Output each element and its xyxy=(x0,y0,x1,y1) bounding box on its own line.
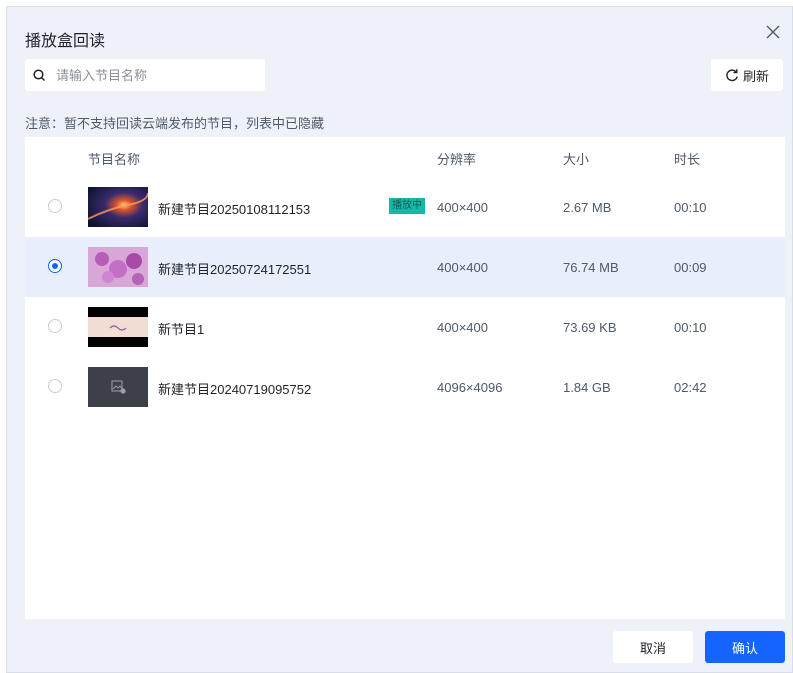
search-box[interactable] xyxy=(25,59,265,91)
table-header: 节目名称 分辨率 大小 时长 xyxy=(25,137,785,177)
column-header-name: 节目名称 xyxy=(88,152,141,167)
program-thumbnail xyxy=(88,187,148,227)
program-name: 新建节目20250724172551 xyxy=(158,262,312,277)
program-size: 73.69 KB xyxy=(563,320,617,335)
program-size: 1.84 GB xyxy=(563,380,611,395)
dialog-title: 播放盒回读 xyxy=(25,33,106,50)
playback-readback-dialog: 播放盒回读 刷新 注意：暂不支持回读云端发布的节目，列表中已隐藏 节目名称 分辨… xyxy=(6,6,793,673)
notice-text: 注意：暂不支持回读云端发布的节目，列表中已隐藏 xyxy=(25,116,325,131)
table-row[interactable]: 新建节目20250724172551 400×400 76.74 MB 00:0… xyxy=(25,237,785,297)
playing-badge: 播放中 xyxy=(389,198,425,214)
program-resolution: 400×400 xyxy=(437,200,488,215)
cancel-button[interactable]: 取消 xyxy=(613,631,693,663)
search-input[interactable] xyxy=(54,66,248,84)
program-name: 新节目1 xyxy=(158,322,205,337)
refresh-button[interactable]: 刷新 xyxy=(711,59,783,91)
table-row[interactable]: 新建节目20240719095752 4096×4096 1.84 GB 02:… xyxy=(25,357,785,417)
program-duration: 02:42 xyxy=(674,380,707,395)
program-thumbnail xyxy=(88,247,148,287)
column-header-size: 大小 xyxy=(563,152,590,167)
program-resolution: 400×400 xyxy=(437,260,488,275)
program-size: 2.67 MB xyxy=(563,200,612,215)
row-radio[interactable] xyxy=(48,319,62,333)
program-duration: 00:10 xyxy=(674,320,707,335)
row-radio[interactable] xyxy=(48,379,62,393)
row-radio[interactable] xyxy=(48,199,62,213)
refresh-icon xyxy=(726,69,738,82)
table-row[interactable]: 新建节目20250108112153 播放中 400×400 2.67 MB 0… xyxy=(25,177,785,237)
program-thumbnail xyxy=(88,307,148,347)
table-row[interactable]: 新节目1 400×400 73.69 KB 00:10 xyxy=(25,297,785,357)
program-resolution: 400×400 xyxy=(437,320,488,335)
search-icon xyxy=(33,68,46,81)
refresh-label: 刷新 xyxy=(742,68,769,84)
column-header-duration: 时长 xyxy=(674,152,701,167)
program-duration: 00:09 xyxy=(674,260,707,275)
confirm-button[interactable]: 确认 xyxy=(705,631,785,663)
close-button[interactable] xyxy=(762,21,784,43)
program-duration: 00:10 xyxy=(674,200,707,215)
program-thumbnail xyxy=(88,367,148,407)
program-name: 新建节目20240719095752 xyxy=(158,382,312,397)
program-table: 节目名称 分辨率 大小 时长 新建节目20250108112153 播放中 40… xyxy=(25,137,785,619)
program-resolution: 4096×4096 xyxy=(437,380,503,395)
row-radio-selected[interactable] xyxy=(48,259,62,273)
program-name: 新建节目20250108112153 xyxy=(158,202,311,217)
program-size: 76.74 MB xyxy=(563,260,619,275)
close-icon xyxy=(766,25,780,39)
column-header-resolution: 分辨率 xyxy=(437,152,477,167)
